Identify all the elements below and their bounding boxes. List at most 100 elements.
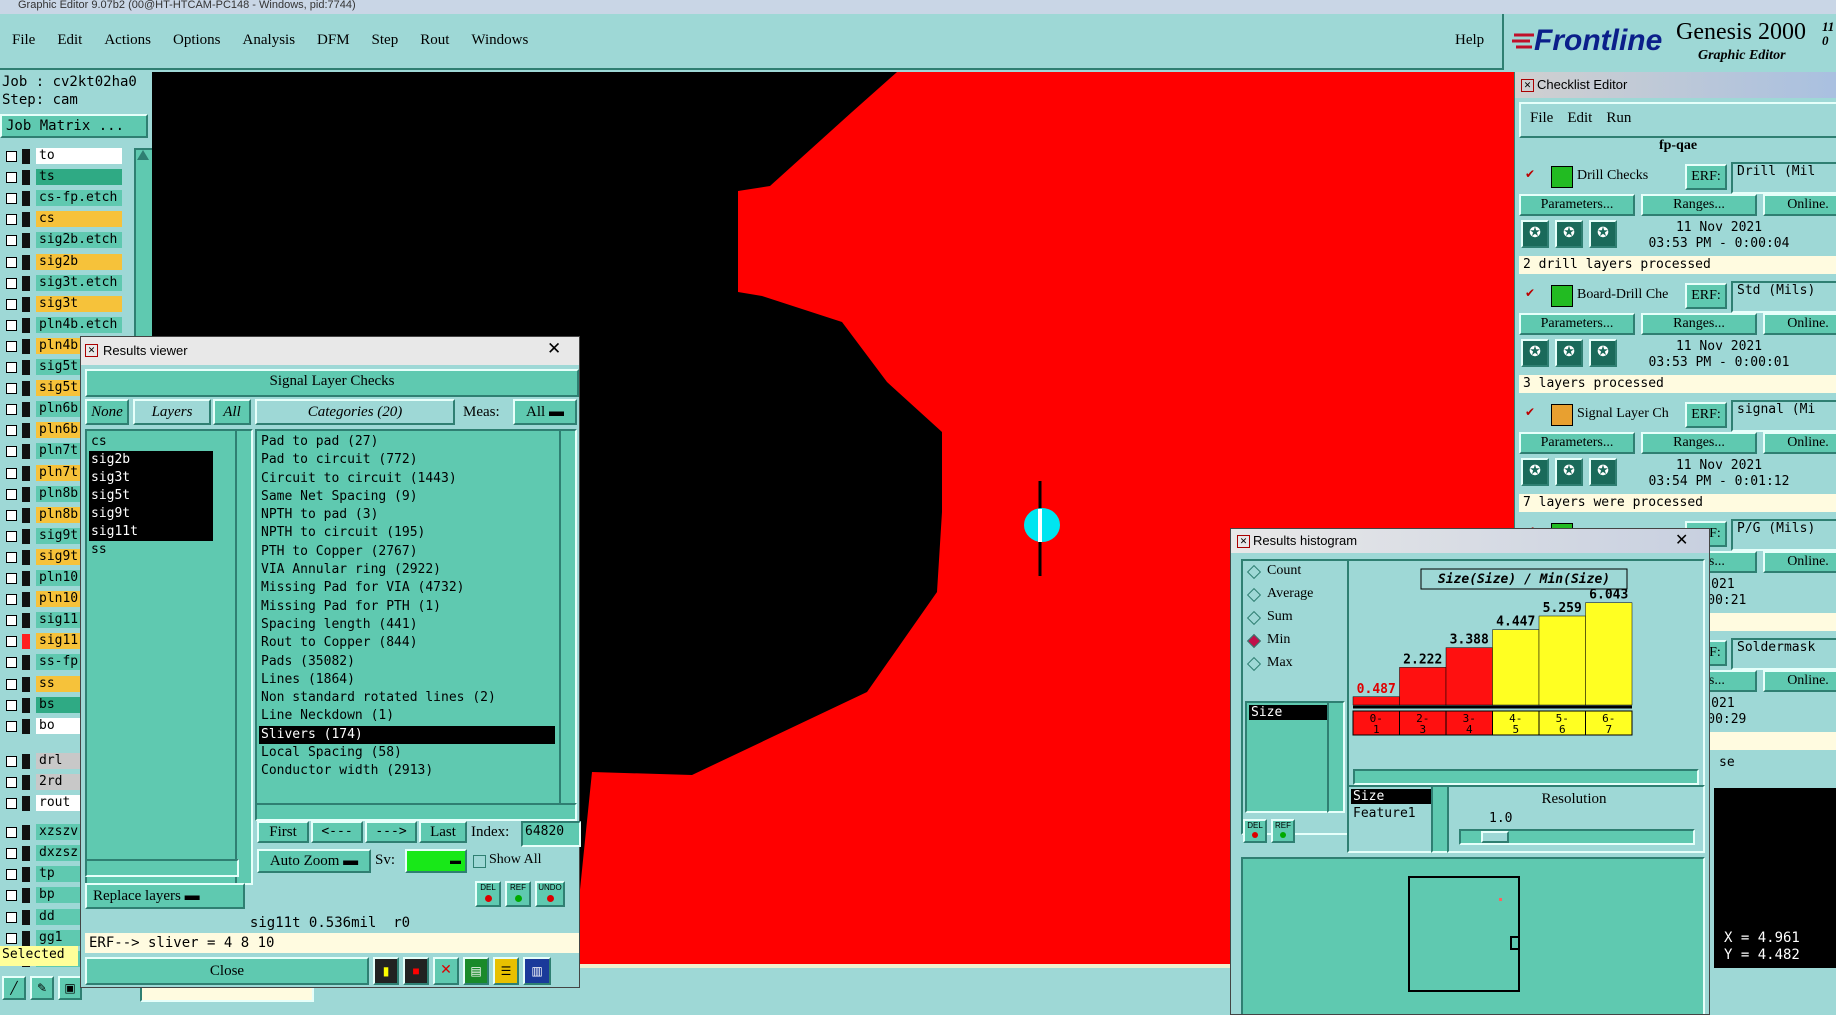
layer-checkbox[interactable] [6,256,17,268]
stat-radio-min[interactable]: Min [1243,630,1347,653]
tool-button-1[interactable]: ╱ [2,976,26,1000]
layer-checkbox[interactable] [6,755,17,767]
category-item[interactable]: Conductor width (2913) [259,762,555,780]
hist-ref-button[interactable]: REF [1271,819,1295,843]
menu-edit[interactable]: Edit [57,32,82,48]
checklist-titlebar[interactable]: ✕ Checklist Editor [1515,72,1836,98]
tool-button-2[interactable]: ✎ [30,976,54,1000]
category-item[interactable]: NPTH to circuit (195) [259,524,555,542]
layer-checkbox[interactable] [6,277,17,289]
layer-checkbox[interactable] [6,425,17,437]
layer-checkbox[interactable] [6,235,17,247]
category-item[interactable]: NPTH to pad (3) [259,506,555,524]
histogram-bar[interactable] [1399,667,1447,706]
results-viewer-titlebar[interactable]: ✕ Results viewer ✕ [81,337,579,365]
category-item[interactable]: PTH to Copper (2767) [259,543,555,561]
online-button[interactable]: Online. [1763,551,1836,573]
rv-close-button[interactable]: Close [85,957,369,985]
menu-file[interactable]: File [12,32,35,48]
histogram-bar[interactable] [1538,615,1586,706]
category-item[interactable]: Non standard rotated lines (2) [259,689,555,707]
category-item[interactable]: Spacing length (441) [259,616,555,634]
category-item[interactable]: VIA Annular ring (2922) [259,561,555,579]
online-button[interactable]: Online. [1763,670,1836,692]
layer-row[interactable]: sig3t [2,295,126,313]
layer-checkbox[interactable] [6,362,17,373]
layer-checkbox[interactable] [6,467,17,479]
run-icon[interactable]: ✪ [1555,339,1583,367]
layer-row[interactable]: pln4b.etch [2,316,126,334]
layer-name[interactable]: sig2b [36,253,122,270]
layer-row[interactable]: cs [2,211,126,228]
category-item[interactable]: Same Net Spacing (9) [259,488,555,506]
erf-field[interactable]: P/G (Mils) [1731,519,1836,551]
erf-field[interactable]: signal (Mi [1731,400,1836,432]
erf-field[interactable]: Std (Mils) [1731,281,1836,313]
layer-name[interactable]: sig3t.etch [36,274,122,291]
ranges-button[interactable]: Ranges... [1641,432,1757,454]
layer-row[interactable]: cs-fp.etch [2,190,126,207]
layer-checkbox[interactable] [6,509,17,521]
menu-rout[interactable]: Rout [420,32,449,48]
rv-tool-6[interactable]: ▥ [523,957,551,985]
layer-checkbox[interactable] [6,776,17,788]
ranges-button[interactable]: Ranges... [1641,313,1757,335]
online-button[interactable]: Online. [1763,432,1836,454]
next-button[interactable]: ---> [365,821,417,843]
menu-analysis[interactable]: Analysis [243,32,296,48]
layer-checkbox[interactable] [6,383,17,395]
categories-button[interactable]: Categories (20) [255,399,455,425]
category-item[interactable]: Local Spacing (58) [259,744,555,762]
layer-checkbox[interactable] [6,890,17,902]
category-item[interactable]: Missing Pad for PTH (1) [259,598,555,616]
histogram-bar[interactable] [1492,629,1540,706]
menu-step[interactable]: Step [372,32,399,48]
scroll-up-icon[interactable] [137,150,149,160]
parameters-button[interactable]: Parameters... [1519,313,1635,335]
layer-checkbox[interactable] [6,932,17,944]
prev-button[interactable]: <--- [311,821,363,843]
rv-layer-item[interactable]: sig11t [89,523,213,541]
layer-name[interactable]: cs [36,211,122,228]
resolution-slider-thumb[interactable] [1481,831,1509,843]
meas-select[interactable]: All ▬ [513,399,577,425]
layer-checkbox[interactable] [6,594,17,606]
stat-radio-count[interactable]: Count [1243,561,1347,584]
ranges-button[interactable]: Ranges... [1641,194,1757,216]
run-icon[interactable]: ✪ [1589,458,1617,486]
category-item[interactable]: Missing Pad for VIA (4732) [259,579,555,597]
layer-checkbox[interactable] [6,446,17,458]
layer-checkbox[interactable] [6,615,17,627]
rv-layer-scrollbar[interactable] [235,429,253,885]
layer-checkbox[interactable] [6,172,17,184]
check-enabled-checkbox[interactable]: ✔ [1525,406,1537,418]
layer-checkbox[interactable] [6,551,17,563]
menu-dfm[interactable]: DFM [317,32,350,48]
layer-checkbox[interactable] [6,848,17,860]
job-matrix-button[interactable]: Job Matrix ... [0,114,148,138]
category-item[interactable]: Pad to pad (27) [259,433,555,451]
layer-row[interactable]: ts [2,169,126,186]
histogram-hscroll[interactable] [1353,769,1699,785]
rv-tool-3[interactable]: ✕ [433,957,459,985]
rv-layer-item[interactable]: sig3t [89,469,213,487]
layer-checkbox[interactable] [6,720,17,732]
layer-checkbox[interactable] [6,911,17,923]
rv-layer-item[interactable]: sig9t [89,505,213,523]
layers-button[interactable]: Layers [133,399,211,425]
layer-checkbox[interactable] [6,298,17,310]
layer-checkbox[interactable] [6,193,17,205]
run-icon[interactable]: ✪ [1555,458,1583,486]
check-name[interactable]: Board-Drill Che [1577,287,1669,303]
category-item[interactable]: Rout to Copper (844) [259,634,555,652]
rv-tool-1[interactable]: ▮ [373,957,399,985]
histogram-field-scroll[interactable] [1327,701,1345,813]
menu-actions[interactable]: Actions [104,32,151,48]
parameters-button[interactable]: Parameters... [1519,432,1635,454]
layer-name[interactable]: to [36,148,122,164]
histogram-bar[interactable] [1445,647,1493,706]
check-enabled-checkbox[interactable]: ✔ [1525,287,1537,299]
stat-radio-max[interactable]: Max [1243,653,1347,676]
none-button[interactable]: None [85,399,129,425]
layer-row[interactable]: sig2b [2,253,126,271]
